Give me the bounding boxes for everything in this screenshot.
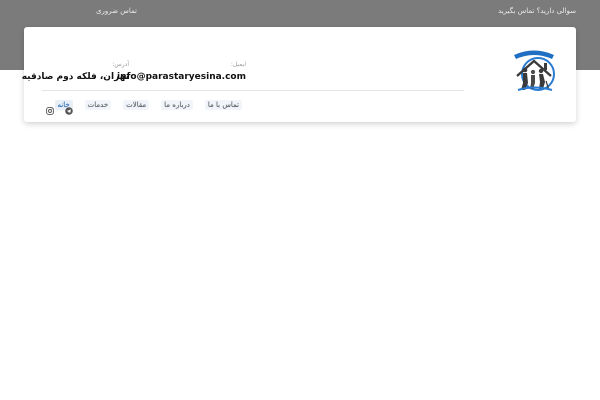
address-label: آدرس: [112, 61, 129, 68]
nav-item-contact[interactable]: تماس با ما [204, 100, 242, 110]
emergency-contact-link[interactable]: تماس ضروری [96, 7, 137, 15]
social-links [46, 100, 73, 115]
instagram-icon[interactable] [46, 100, 54, 115]
top-bar-question[interactable]: سوالی دارید؟ تماس بگیرید [498, 7, 576, 15]
header-card: ایمیل: info@parastaryesina.com آدرس: تهر… [22, 27, 576, 122]
site-logo[interactable] [508, 43, 560, 95]
address-info: آدرس: تهران، فلکه دوم صادقیه [22, 61, 129, 82]
header-divider [42, 90, 464, 91]
nav-item-articles[interactable]: مقالات [123, 100, 150, 110]
main-nav: خانه خدمات مقالات درباره ما تماس با ما [54, 100, 242, 110]
nav-item-about[interactable]: درباره ما [161, 100, 193, 110]
email-label: ایمیل: [230, 61, 246, 68]
address-value: تهران، فلکه دوم صادقیه [21, 72, 129, 82]
email-info: ایمیل: info@parastaryesina.com [117, 61, 246, 82]
house-with-caregivers-logo-icon [514, 50, 555, 91]
nav-item-services[interactable]: خدمات [84, 100, 112, 110]
telegram-icon[interactable] [65, 100, 73, 115]
email-value[interactable]: info@parastaryesina.com [117, 72, 246, 82]
